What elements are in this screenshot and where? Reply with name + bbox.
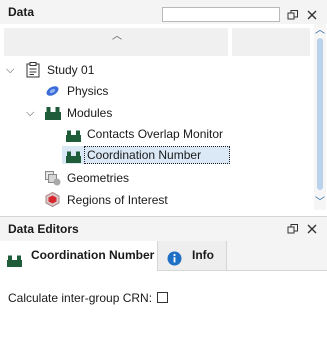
module-icon (66, 128, 81, 148)
physics-icon (45, 84, 60, 104)
tree-item-regions-of-interest[interactable]: Regions of Interest (0, 190, 310, 210)
tree-item-modules[interactable]: ⌵ Modules (0, 103, 310, 123)
float-window-icon[interactable] (287, 9, 299, 21)
tree-item-coordination-number[interactable]: Coordination Number (0, 146, 310, 166)
chevron-down-icon[interactable]: ⌵ (6, 60, 14, 80)
tree-item-geometries[interactable]: Geometries (0, 168, 310, 188)
tree-item-label: Study 01 (47, 63, 95, 77)
chevron-up-icon[interactable]: ︿ (112, 27, 122, 42)
tree-item-label: Modules (67, 106, 113, 120)
editor-tabs: Coordination Number Info (0, 241, 327, 271)
editors-panel-header: Data Editors (0, 216, 327, 242)
geometries-icon (45, 171, 61, 192)
close-icon[interactable] (306, 223, 318, 235)
editors-panel-title: Data Editors (8, 222, 79, 236)
modules-icon (45, 106, 61, 126)
tree-item-label: Coordination Number (87, 148, 202, 162)
scroll-down-icon[interactable]: ﹀ (315, 198, 325, 208)
tree-item-contacts-overlap-monitor[interactable]: Contacts Overlap Monitor (0, 124, 310, 144)
scrollbar-thumb[interactable] (317, 38, 323, 190)
chevron-down-icon[interactable]: ⌵ (26, 103, 34, 123)
close-icon[interactable] (306, 9, 318, 21)
tree-scrollbar[interactable]: ︿ ﹀ (314, 24, 326, 210)
data-search-input[interactable] (162, 7, 280, 22)
tree-item-label: Regions of Interest (67, 193, 168, 207)
tab-label: Info (192, 248, 214, 262)
tab-info[interactable]: Info (158, 241, 227, 270)
tree-item-physics[interactable]: Physics (0, 81, 310, 101)
editor-content: Calculate inter-group CRN: (0, 271, 327, 339)
regions-icon (45, 191, 60, 210)
data-panel-header: Data (0, 0, 327, 25)
tree-item-study[interactable]: ⌵ Study 01 (0, 60, 310, 80)
tree-item-label: Geometries (67, 171, 130, 185)
data-panel-title: Data (8, 5, 35, 19)
scroll-up-icon[interactable]: ︿ (315, 26, 325, 36)
inter-group-crn-label: Calculate inter-group CRN: (8, 291, 153, 305)
tree-item-label: Contacts Overlap Monitor (87, 127, 224, 141)
inter-group-crn-checkbox[interactable] (157, 292, 168, 303)
tree-column-header[interactable] (232, 28, 310, 56)
module-icon (66, 149, 81, 169)
float-window-icon[interactable] (287, 223, 299, 235)
tree-item-label: Physics (67, 84, 109, 98)
tab-label: Coordination Number (31, 248, 155, 262)
tab-coordination-number[interactable]: Coordination Number (0, 241, 158, 271)
data-tree: ︿ ⌵ Study 01 Physics ⌵ Modules Contacts … (0, 24, 327, 210)
